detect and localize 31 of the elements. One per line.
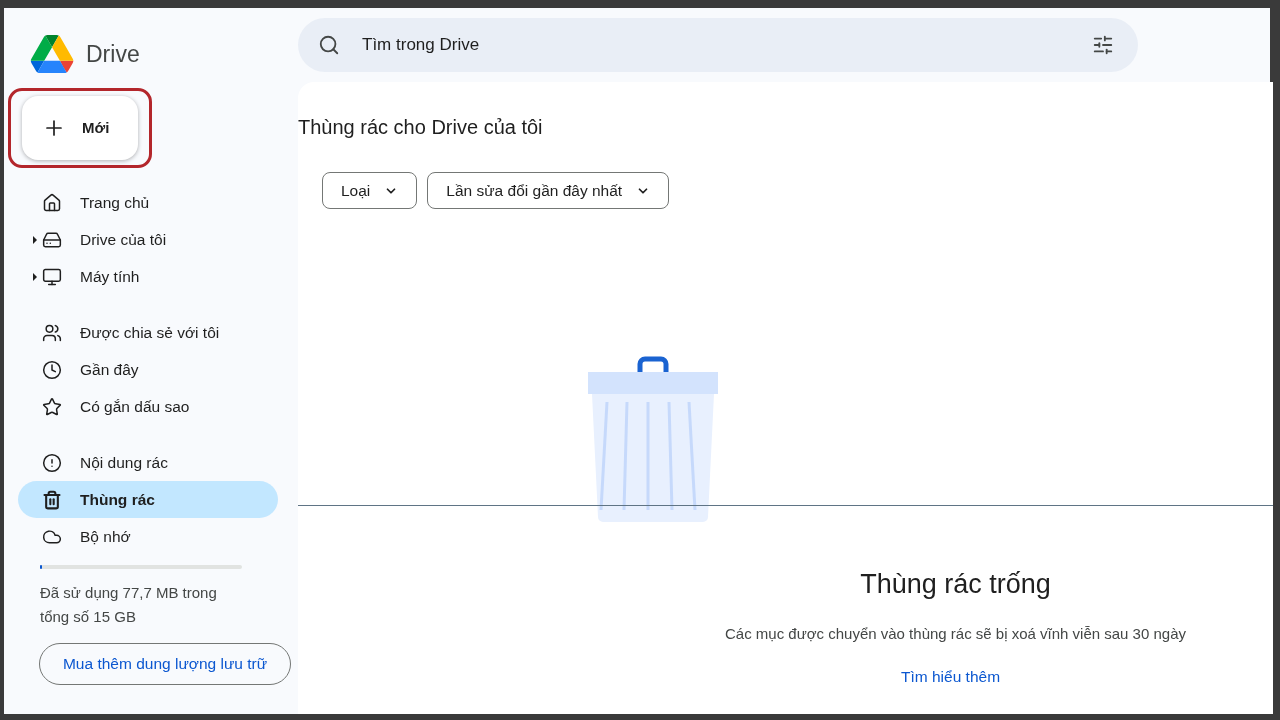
sidebar-item[interactable]: Drive của tôi (18, 221, 278, 258)
trash-icon (42, 489, 62, 510)
home-icon (42, 192, 62, 213)
filter-settings-icon[interactable] (1092, 33, 1114, 56)
sidebar-item[interactable]: Bộ nhớ (18, 518, 278, 555)
drive-logo-icon (30, 35, 74, 73)
empty-state-message: Các mục được chuyển vào thùng rác sẽ bị xoá vĩnh viễn sau 30 ngày (724, 623, 1187, 644)
app-name: Drive (86, 39, 140, 69)
sidebar-item[interactable]: Có gắn dấu sao (18, 388, 278, 425)
clock-icon (42, 359, 62, 380)
storage-usage-text: Đã sử dụng 77,7 MB trong tổng số 15 GB (40, 583, 218, 627)
search-icon (318, 33, 340, 56)
sidebar-item[interactable]: Gần đây (18, 351, 278, 388)
sidebar-item[interactable]: Nội dung rác (18, 444, 278, 481)
sidebar-item[interactable]: Thùng rác (18, 481, 278, 518)
sidebar-item[interactable]: Trang chủ (18, 184, 278, 221)
page-title: Thùng rác cho Drive của tôi (298, 115, 544, 140)
learn-more-link[interactable]: Tìm hiểu thêm (901, 665, 1001, 689)
search-field[interactable]: Tìm trong Drive (298, 17, 1138, 72)
star-icon (42, 396, 62, 417)
sidebar-item[interactable]: Được chia sẻ với tôi (18, 314, 278, 351)
expand-caret-icon[interactable] (33, 272, 37, 281)
computer-icon (42, 266, 62, 287)
sidebar-item[interactable]: Máy tính (18, 258, 278, 295)
expand-caret-icon[interactable] (33, 235, 37, 244)
empty-state-title: Thùng rác trống (859, 568, 1052, 601)
filter-chip[interactable]: Lần sửa đổi gần đây nhất (427, 172, 670, 209)
people-icon (42, 322, 62, 343)
alert-icon (42, 452, 62, 473)
new-button[interactable]: Mới (22, 96, 138, 160)
filter-chip[interactable]: Loại (322, 172, 418, 209)
